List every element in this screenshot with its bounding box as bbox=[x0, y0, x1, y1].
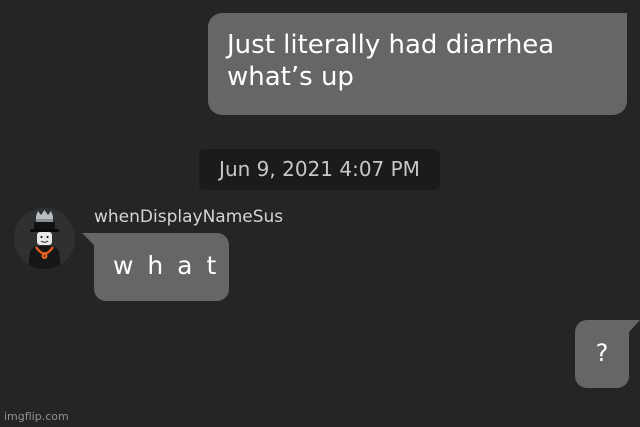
bubble-corner bbox=[613, 13, 627, 27]
outgoing-message-bubble-2[interactable]: ? bbox=[575, 320, 629, 388]
incoming-message-bubble[interactable]: w h a t bbox=[94, 233, 229, 301]
roblox-avatar-icon bbox=[14, 208, 75, 269]
avatar[interactable] bbox=[14, 208, 75, 269]
message-text-line-1: Just literally had diarrhea bbox=[227, 30, 555, 60]
incoming-bubble-tail bbox=[82, 233, 94, 245]
watermark-text: imgflip.com bbox=[4, 410, 69, 423]
message-timestamp: Jun 9, 2021 4:07 PM bbox=[199, 149, 440, 190]
sender-name[interactable]: whenDisplayNameSus bbox=[94, 206, 283, 228]
message-text-line-2: what’s up bbox=[227, 62, 354, 92]
outgoing-message-bubble[interactable]: Just literally had diarrhea what’s up bbox=[208, 13, 627, 115]
outgoing-bubble-tail bbox=[629, 320, 640, 332]
